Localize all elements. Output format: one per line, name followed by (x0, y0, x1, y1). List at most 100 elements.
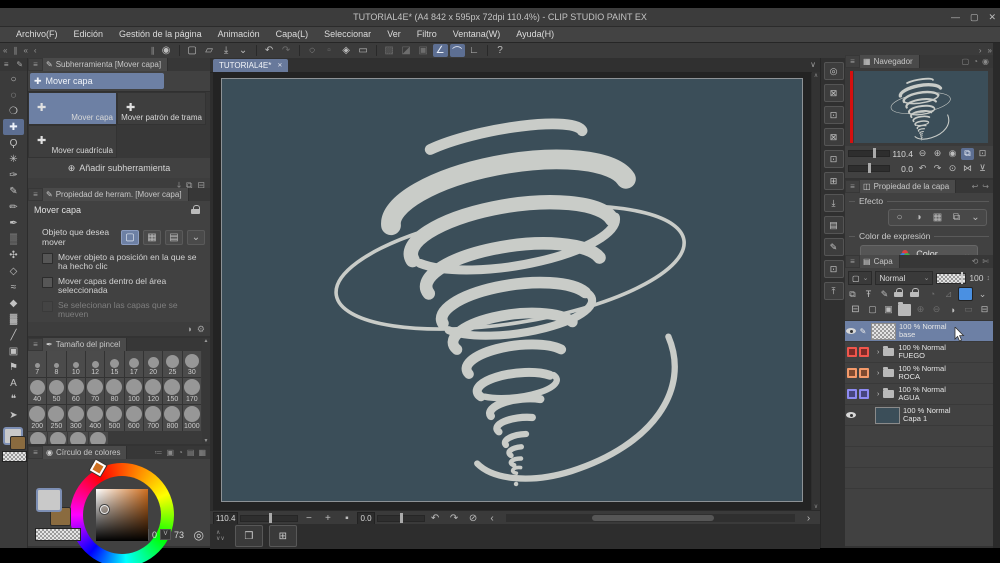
zoom-in-icon[interactable]: + (320, 512, 335, 525)
close-button[interactable]: ✕ (988, 12, 996, 23)
separator[interactable] (179, 45, 180, 56)
selection-marquee-icon[interactable]: ▭ (356, 44, 371, 57)
color-slider-tab-icon[interactable]: ▣ (166, 448, 174, 457)
text-tool[interactable]: A (3, 375, 24, 391)
brush-scrollbar[interactable]: ▲ ▼ (202, 338, 210, 444)
menu-item[interactable]: Gestión de la página (111, 27, 210, 42)
effect-chevron-icon[interactable]: ⌄ (968, 211, 983, 224)
ruler-range-icon[interactable]: ⊿ (942, 288, 955, 300)
help-icon[interactable]: ? (493, 44, 508, 57)
layer-row-capa-1[interactable]: 100 % Normal Capa 1 (845, 405, 993, 426)
move-current-layer-icon[interactable]: ▢ (121, 230, 139, 245)
brush-size-item[interactable]: 700 (144, 405, 162, 431)
redo-prop-icon[interactable]: ↪ (982, 182, 989, 191)
expand-folder-icon[interactable]: › (877, 349, 879, 356)
layer-color-effect-icon[interactable]: ⧉ (949, 211, 964, 224)
brush-size-item[interactable]: 800 (163, 405, 181, 431)
menu-item[interactable]: Animación (210, 27, 268, 42)
eraser-tool[interactable]: ◇ (3, 263, 24, 279)
redo-icon[interactable]: ↷ (279, 44, 294, 57)
snap-to-grid-icon[interactable]: ∟ (467, 44, 482, 57)
collapse-bar-icon[interactable]: ‹ (485, 512, 500, 525)
zoom-tool[interactable]: ○ (3, 71, 24, 87)
hue-marker[interactable] (90, 460, 106, 476)
subtool-item[interactable]: ✚ Mover patrón de trama (117, 92, 206, 125)
figure-tool[interactable]: ╱ (3, 327, 24, 343)
page-manager-button[interactable]: ❒ (235, 525, 263, 547)
lock-transparent-icon[interactable] (910, 288, 923, 300)
apply-mask-icon[interactable]: ▭ (962, 304, 975, 316)
merge-down-icon[interactable]: ⊖ (930, 304, 943, 316)
color-panel-menu-icon[interactable]: ≡ (29, 447, 42, 458)
saturation-value-square[interactable] (96, 489, 148, 541)
layer-name[interactable]: Capa 1 (903, 415, 951, 424)
brush-size-item[interactable]: 80 (105, 378, 123, 404)
palette-color-icon[interactable] (958, 287, 973, 301)
brush-tool[interactable]: ✒ (3, 215, 24, 231)
layer-visible-icon[interactable] (846, 326, 857, 336)
material-close-1-icon[interactable]: ⊠ (824, 84, 844, 102)
maximize-button[interactable]: ▢ (970, 12, 979, 23)
collapse-left-3-icon[interactable]: ‹ (34, 46, 37, 55)
lock-layer-icon[interactable] (894, 288, 907, 300)
brush-size-item[interactable]: 600 (125, 405, 143, 431)
fill-tool[interactable]: ◆ (3, 295, 24, 311)
brush-size-item[interactable]: 15 (105, 351, 123, 377)
layer-panel-menu-icon[interactable]: ≡ (846, 256, 859, 267)
move-pattern-icon[interactable]: ▦ (143, 230, 161, 245)
reset-rotation-icon[interactable]: ⊙ (946, 163, 959, 175)
tool-property-tab[interactable]: ✎ Propiedad de herram. [Mover capa] (43, 188, 189, 201)
subview-tab-icon[interactable]: ▢ (962, 57, 970, 66)
save-more-chevron-icon[interactable]: ⌄ (236, 44, 251, 57)
collapse-right-icon[interactable]: › (979, 46, 982, 55)
menu-item[interactable]: Ayuda(H) (508, 27, 562, 42)
brush-size-item[interactable]: 20 (144, 351, 162, 377)
brush-size-item[interactable]: 8 (47, 351, 65, 377)
brush-size-item[interactable]: 12 (86, 351, 104, 377)
canvas-horizontal-scrollbar[interactable] (506, 514, 795, 522)
scroll-up-icon[interactable]: ∧ (814, 72, 818, 79)
layer-color-tag[interactable] (859, 368, 869, 378)
separator[interactable] (299, 45, 300, 56)
draft-layer-icon[interactable]: ✎ (878, 288, 891, 300)
decoration-tool[interactable]: ✣ (3, 247, 24, 263)
layer-name[interactable]: FUEGO (898, 352, 946, 361)
canvas-page[interactable] (221, 78, 803, 502)
scroll-right-icon[interactable]: › (801, 512, 816, 525)
canvas-vertical-scrollbar[interactable]: ∧ ∨ (812, 72, 820, 510)
rotation-slider[interactable] (377, 515, 425, 522)
fill-selection-icon[interactable]: ◈ (339, 44, 354, 57)
object-tool[interactable]: ❍ (3, 103, 24, 119)
layer-color-tag[interactable] (859, 389, 869, 399)
layer-name[interactable]: AGUA (898, 394, 946, 403)
collapse-left-2-icon[interactable]: « (23, 46, 27, 55)
new-layer-types-icon[interactable]: ▣ (882, 304, 895, 316)
halftone-effect-icon[interactable]: ▦ (930, 211, 945, 224)
blend-tool[interactable]: ≈ (3, 279, 24, 295)
brush-size-item[interactable]: 1000 (183, 405, 201, 431)
airbrush-tool[interactable]: ▒ (3, 231, 24, 247)
pen-tool[interactable]: ✎ (3, 183, 24, 199)
brush-size-item[interactable]: 7 (28, 351, 46, 377)
zoom-100-icon[interactable]: ◉ (946, 148, 959, 160)
brush-size-item[interactable] (68, 432, 87, 446)
lasso-tool[interactable]: Ϙ (3, 135, 24, 151)
zoom-value[interactable]: 110.4 (213, 512, 238, 525)
brush-size-item[interactable] (48, 432, 67, 446)
checkbox[interactable] (42, 253, 53, 264)
scroll-down-icon[interactable]: ∨ (814, 503, 818, 510)
separator[interactable] (487, 45, 488, 56)
information-tab-icon[interactable]: ◉ (982, 57, 989, 66)
brush-size-item[interactable]: 30 (183, 351, 201, 377)
delete-layer-icon[interactable]: ⊟ (978, 304, 991, 316)
rotate-right-icon[interactable]: ↷ (931, 163, 944, 175)
layer-panel-tab[interactable]: ▤ Capa (860, 255, 900, 268)
menu-item[interactable]: Filtro (409, 27, 445, 42)
layer-row-fuego[interactable]: › 100 % Normal FUEGO (845, 342, 993, 363)
reset-view-icon[interactable]: ⊘ (466, 512, 481, 525)
layer-history-icon[interactable]: ⟲ (972, 257, 979, 266)
material-list-icon[interactable]: ▤ (824, 216, 844, 234)
canvas-viewport[interactable] (213, 72, 811, 510)
brush-size-item[interactable] (28, 432, 47, 446)
brush-size-item[interactable]: 250 (47, 405, 65, 431)
